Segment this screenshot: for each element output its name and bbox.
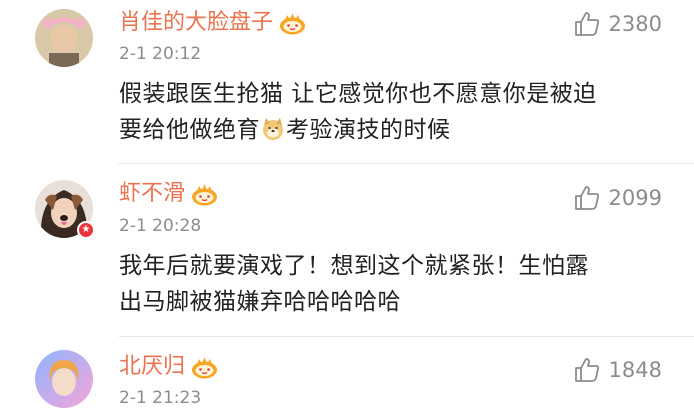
- crown-badge-icon: [192, 184, 218, 206]
- username[interactable]: 肖佳的大脸盘子: [119, 10, 306, 36]
- like-count: 2099: [608, 186, 662, 210]
- username[interactable]: 虾不滑: [119, 181, 218, 207]
- comment-text-segment: 考验演技的时候: [286, 117, 451, 143]
- crown-badge-icon: [192, 357, 218, 379]
- divider: [119, 163, 694, 164]
- like-count: 2380: [608, 12, 662, 36]
- comment-text-line: 假装跟医生抢猫 让它感觉你也不愿意你是被迫: [119, 81, 597, 107]
- comment-text-line: 要给他做绝育 考验演技的时候: [119, 112, 659, 148]
- avatar[interactable]: [35, 9, 93, 67]
- comment-text-segment: 要给他做绝育: [119, 117, 260, 143]
- username-text: 肖佳的大脸盘子: [119, 10, 274, 35]
- comment-text-line: 出马脚被猫嫌弃哈哈哈哈哈: [119, 289, 401, 315]
- username-text: 虾不滑: [119, 181, 186, 206]
- doge-emoji-icon: [263, 118, 283, 140]
- comment-text: 假装跟医生抢猫 让它感觉你也不愿意你是被迫 要给他做绝育 考验演技的时候: [119, 76, 659, 148]
- username[interactable]: 北厌归: [119, 354, 218, 380]
- verified-badge-icon: ★: [77, 221, 95, 239]
- comment-text-line: 我年后就要演戏了！想到这个就紧张！生怕露: [119, 253, 589, 279]
- avatar[interactable]: [35, 350, 93, 408]
- like-button[interactable]: 2380: [573, 10, 662, 38]
- comment-text: 我年后就要演戏了！想到这个就紧张！生怕露 出马脚被猫嫌弃哈哈哈哈哈: [119, 248, 659, 320]
- thumbs-up-icon: [574, 186, 599, 210]
- username-text: 北厌归: [119, 354, 186, 379]
- thumbs-up-icon: [574, 12, 599, 36]
- comment-time: 2-1 21:23: [119, 388, 202, 408]
- comment-time: 2-1 20:28: [119, 216, 202, 236]
- comment-time: 2-1 20:12: [119, 44, 202, 64]
- thumbs-up-icon: [574, 358, 599, 382]
- divider: [119, 336, 694, 337]
- crown-badge-icon: [280, 13, 306, 35]
- like-count: 1848: [608, 358, 662, 382]
- like-button[interactable]: 1848: [573, 356, 662, 384]
- like-button[interactable]: 2099: [573, 184, 662, 212]
